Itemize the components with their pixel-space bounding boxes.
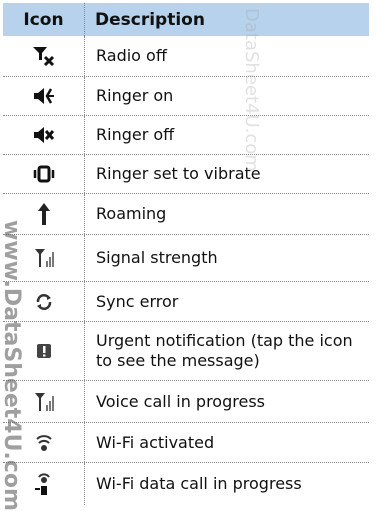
urgent-notification-icon <box>36 344 51 358</box>
signal-strength-icon <box>34 249 54 267</box>
ringer-off-icon <box>33 127 54 143</box>
description-cell: Wi-Fi activated <box>96 432 215 452</box>
table-header-row: Icon Description <box>3 3 369 36</box>
description-cell: Ringer on <box>96 86 174 105</box>
table-row: Signal strength <box>3 235 369 282</box>
wifi-data-call-icon <box>34 473 50 495</box>
icon-cell <box>3 463 85 505</box>
icon-cell <box>3 282 85 321</box>
description-cell: Roaming <box>96 204 167 223</box>
description-cell: Voice call in progress <box>96 391 265 411</box>
description-cell: Ringer set to vibrate <box>96 164 261 183</box>
icon-cell <box>3 116 85 154</box>
table-row: Voice call in progress <box>3 381 369 423</box>
icon-cell <box>3 194 85 234</box>
vibrate-icon <box>33 165 54 183</box>
header-description-column: Description <box>95 9 205 30</box>
description-cell: Signal strength <box>96 248 218 267</box>
icon-cell <box>3 77 85 115</box>
table-row: Sync error <box>3 282 369 322</box>
description-cell: Radio off <box>96 46 167 65</box>
header-icon-column: Icon <box>3 3 85 36</box>
ringer-on-icon <box>33 88 54 104</box>
table-row: Ringer off <box>3 116 369 155</box>
table-row: Roaming <box>3 194 369 235</box>
icon-cell <box>3 235 85 281</box>
table-row: Wi-Fi activated <box>3 423 369 463</box>
icon-cell <box>3 36 85 76</box>
table-row: Radio off <box>3 36 369 77</box>
icon-cell <box>3 381 85 422</box>
sync-error-icon <box>36 293 51 310</box>
icon-cell <box>3 322 85 380</box>
description-cell: Wi-Fi data call in progress <box>96 474 302 493</box>
description-cell: Urgent notification (tap the icon to see… <box>96 331 353 370</box>
wifi-activated-icon <box>35 434 52 451</box>
icon-description-table: Icon Description Radio off Ringer on Rin… <box>3 3 369 505</box>
voice-call-icon <box>34 392 54 411</box>
table-row: Wi-Fi data call in progress <box>3 463 369 505</box>
description-cell: Sync error <box>96 291 179 311</box>
icon-cell <box>3 423 85 462</box>
table-row: Urgent notification (tap the icon to see… <box>3 322 369 381</box>
description-cell: Ringer off <box>96 125 175 144</box>
roaming-icon <box>37 203 50 225</box>
table-row: Ringer set to vibrate <box>3 155 369 194</box>
table-row: Ringer on <box>3 77 369 116</box>
radio-off-icon <box>32 47 54 67</box>
icon-cell <box>3 155 85 193</box>
